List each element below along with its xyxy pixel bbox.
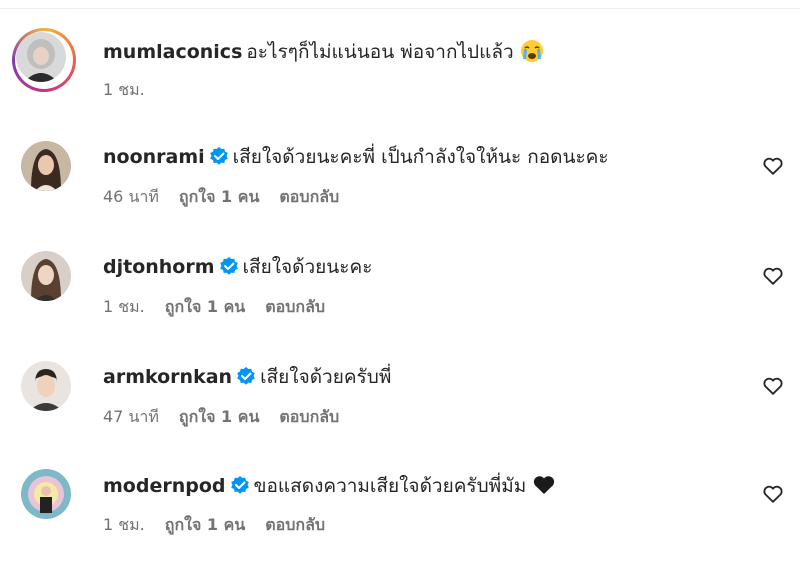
comment-item: mumlaconics อะไรๆก็ไม่แน่นอน พ่อจากไปแล้ว… (0, 28, 800, 128)
crying-face-icon (520, 39, 544, 63)
comment-text: เสียใจด้วยครับพี่ (260, 366, 392, 388)
comment-username[interactable]: djtonhorm (103, 256, 215, 278)
comment-meta: 47 นาที ถูกใจ 1 คน ตอบกลับ (103, 407, 359, 427)
comment-username[interactable]: armkornkan (103, 366, 232, 388)
heart-outline-icon[interactable] (762, 155, 784, 177)
comment-body: mumlaconics อะไรๆก็ไม่แน่นอน พ่อจากไปแล้ว (103, 39, 544, 64)
reply-button[interactable]: ตอบกลับ (279, 407, 339, 426)
comment-meta: 1 ชม. (103, 80, 165, 100)
comment-item: djtonhorm เสียใจด้วยนะคะ 1 ชม. ถูกใจ 1 คน ต… (0, 248, 800, 348)
comment-body: modernpod ขอแสดงความเสียใจด้วยครับพี่มัม (103, 473, 556, 498)
comment-text: เสียใจด้วยนะคะ (242, 256, 373, 278)
avatar[interactable] (21, 361, 71, 411)
comment-item: armkornkan เสียใจด้วยครับพี่ 47 นาที ถูกใจ… (0, 358, 800, 458)
heart-outline-icon[interactable] (762, 375, 784, 397)
verified-badge-icon (236, 366, 256, 386)
comment-body: djtonhorm เสียใจด้วยนะคะ (103, 255, 372, 279)
likes-count-link[interactable]: ถูกใจ 1 คน (179, 407, 259, 426)
verified-badge-icon (230, 475, 250, 495)
comment-text: อะไรๆก็ไม่แน่นอน พ่อจากไปแล้ว (246, 41, 514, 63)
comment-username[interactable]: mumlaconics (103, 41, 242, 63)
comment-item: modernpod ขอแสดงความเสียใจด้วยครับพี่มัม … (0, 466, 800, 566)
comment-meta: 1 ชม. ถูกใจ 1 คน ตอบกลับ (103, 515, 345, 535)
likes-count-link[interactable]: ถูกใจ 1 คน (165, 297, 245, 316)
comment-username[interactable]: noonrami (103, 146, 205, 168)
comment-meta: 1 ชม. ถูกใจ 1 คน ตอบกลับ (103, 297, 345, 317)
comment-time[interactable]: 47 นาที (103, 407, 159, 426)
comment-time[interactable]: 1 ชม. (103, 297, 145, 316)
heart-outline-icon[interactable] (762, 265, 784, 287)
comment-time[interactable]: 46 นาที (103, 187, 159, 206)
avatar (16, 32, 66, 82)
avatar[interactable] (21, 251, 71, 301)
comment-time[interactable]: 1 ชม. (103, 515, 145, 534)
reply-button[interactable]: ตอบกลับ (279, 187, 339, 206)
comment-time[interactable]: 1 ชม. (103, 80, 145, 99)
likes-count-link[interactable]: ถูกใจ 1 คน (179, 187, 259, 206)
comment-text: ขอแสดงความเสียใจด้วยครับพี่มัม (253, 475, 527, 497)
reply-button[interactable]: ตอบกลับ (265, 297, 325, 316)
avatar[interactable] (21, 141, 71, 191)
avatar[interactable] (21, 469, 71, 519)
top-divider (0, 8, 800, 9)
comment-body: armkornkan เสียใจด้วยครับพี่ (103, 365, 391, 389)
comment-item: noonrami เสียใจด้วยนะคะพี่ เป็นกำลังใจให้… (0, 138, 800, 238)
verified-badge-icon (219, 256, 239, 276)
comment-body: noonrami เสียใจด้วยนะคะพี่ เป็นกำลังใจให้… (103, 145, 609, 169)
likes-count-link[interactable]: ถูกใจ 1 คน (165, 515, 245, 534)
verified-badge-icon (209, 146, 229, 166)
comment-username[interactable]: modernpod (103, 475, 226, 497)
black-heart-icon (532, 473, 556, 497)
comment-text: เสียใจด้วยนะคะพี่ เป็นกำลังใจให้นะ กอดนะ… (232, 146, 609, 168)
heart-outline-icon[interactable] (762, 483, 784, 505)
reply-button[interactable]: ตอบกลับ (265, 515, 325, 534)
avatar-story-ring[interactable] (12, 28, 76, 92)
comment-meta: 46 นาที ถูกใจ 1 คน ตอบกลับ (103, 187, 359, 207)
